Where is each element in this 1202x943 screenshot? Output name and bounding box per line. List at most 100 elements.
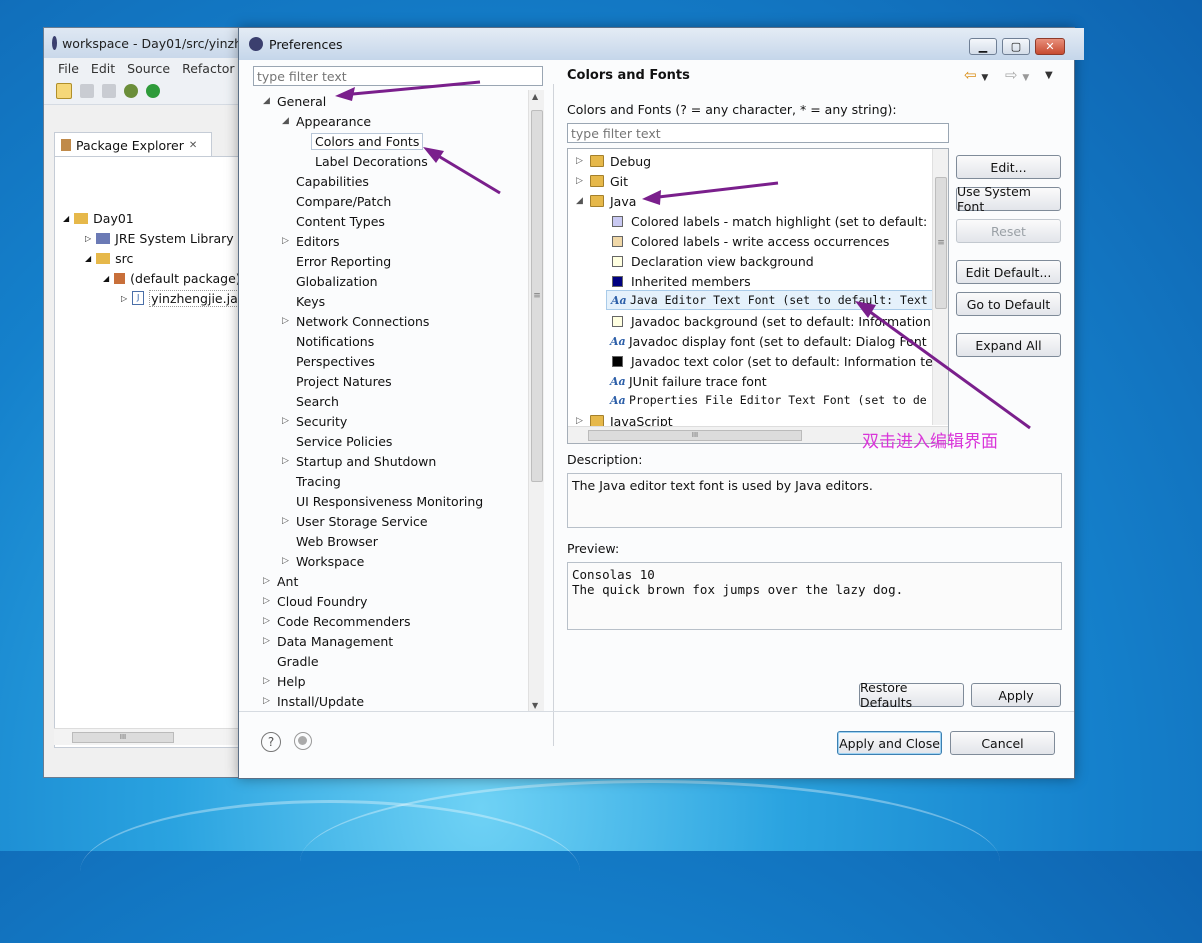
- color-swatch-icon: [612, 355, 623, 367]
- scroll-down-icon[interactable]: ▼: [532, 701, 538, 710]
- save-all-icon[interactable]: [102, 84, 116, 98]
- colors-filter-input[interactable]: [567, 123, 949, 143]
- category-debug[interactable]: ▷ Debug: [576, 151, 651, 171]
- java-item[interactable]: Colored labels - match highlight (set to…: [612, 211, 948, 231]
- tree-filter-input[interactable]: [253, 66, 543, 86]
- library-icon: [96, 232, 111, 244]
- scroll-up-icon[interactable]: ▲: [532, 92, 538, 101]
- close-icon[interactable]: ✕: [189, 140, 197, 151]
- menu-file[interactable]: File: [58, 61, 79, 76]
- tree-package[interactable]: ◢ (default package): [103, 268, 241, 288]
- tree-item-capabilities[interactable]: Capabilities: [296, 171, 369, 191]
- list-vscroll-thumb[interactable]: ≡: [935, 177, 947, 309]
- java-item[interactable]: Inherited members: [612, 271, 751, 291]
- color-swatch-icon: [612, 275, 623, 287]
- use-system-font-button[interactable]: Use System Font: [956, 184, 1061, 214]
- tree-src[interactable]: ◢ src: [85, 248, 133, 268]
- apply-and-close-button[interactable]: Apply and Close: [837, 731, 942, 755]
- record-icon[interactable]: [294, 732, 312, 750]
- color-swatch-icon: [612, 235, 623, 247]
- tree-item-tracing[interactable]: Tracing: [296, 471, 341, 491]
- maximize-button[interactable]: ▢: [1002, 38, 1030, 55]
- tree-item-ant[interactable]: ▷ Ant: [263, 571, 298, 591]
- cancel-button[interactable]: Cancel: [950, 731, 1055, 755]
- tree-item-colors-and-fonts[interactable]: Colors and Fonts: [311, 131, 424, 151]
- tree-item-workspace[interactable]: ▷ Workspace: [282, 551, 364, 571]
- forward-icon[interactable]: ⇨ ▼: [1005, 66, 1029, 84]
- help-icon[interactable]: ?: [261, 732, 281, 752]
- java-item[interactable]: Javadoc text color (set to default: Info…: [612, 351, 948, 371]
- new-icon[interactable]: [56, 83, 72, 99]
- apply-button[interactable]: Apply: [971, 683, 1061, 707]
- tree-item-network-connections[interactable]: ▷ Network Connections: [282, 311, 429, 331]
- reset-button[interactable]: Reset: [956, 219, 1061, 243]
- tree-item-search[interactable]: Search: [296, 391, 339, 411]
- tree-item-compare-patch[interactable]: Compare/Patch: [296, 191, 391, 211]
- restore-defaults-button[interactable]: Restore Defaults: [859, 680, 964, 710]
- tree-item-general[interactable]: ◢ General: [263, 91, 326, 111]
- java-item[interactable]: Aa Properties File Editor Text Font (set …: [610, 390, 927, 410]
- menu-edit[interactable]: Edit: [91, 61, 115, 76]
- tree-item-web-browser[interactable]: Web Browser: [296, 531, 378, 551]
- java-item[interactable]: Declaration view background: [612, 251, 814, 271]
- back-icon[interactable]: ⇦ ▼: [964, 66, 988, 84]
- tree-item-ui-responsiveness[interactable]: UI Responsiveness Monitoring: [296, 491, 483, 511]
- colors-fonts-label: Colors and Fonts (? = any character, * =…: [567, 102, 897, 117]
- tree-item-editors[interactable]: ▷ Editors: [282, 231, 340, 251]
- category-git[interactable]: ▷ Git: [576, 171, 628, 191]
- category-java[interactable]: ◢ Java: [576, 191, 636, 211]
- font-aa-icon: Aa: [610, 393, 626, 407]
- tree-item-help[interactable]: ▷ Help: [263, 671, 306, 691]
- java-item[interactable]: Colored labels - write access occurrence…: [612, 231, 889, 251]
- debug-icon[interactable]: [124, 84, 138, 98]
- explorer-hscrollbar[interactable]: III: [54, 728, 242, 745]
- list-hscroll-thumb[interactable]: III: [588, 430, 802, 441]
- run-icon[interactable]: [146, 84, 160, 98]
- tree-jre[interactable]: ▷ JRE System Library: [85, 228, 234, 248]
- tree-item-code-recommenders[interactable]: ▷ Code Recommenders: [263, 611, 411, 631]
- tree-item-label-decorations[interactable]: Label Decorations: [315, 151, 428, 171]
- edit-default-button[interactable]: Edit Default...: [956, 260, 1061, 284]
- edit-button[interactable]: Edit...: [956, 155, 1061, 179]
- tree-scrollbar[interactable]: ▲ ≡ ▼: [528, 90, 544, 712]
- tree-item-content-types[interactable]: Content Types: [296, 211, 385, 231]
- package-label: (default package): [130, 270, 241, 286]
- go-to-default-button[interactable]: Go to Default: [956, 292, 1061, 316]
- list-vscrollbar[interactable]: ≡: [932, 149, 948, 425]
- pane-divider[interactable]: [553, 84, 554, 746]
- project-folder-icon: [74, 212, 89, 224]
- tree-item-globalization[interactable]: Globalization: [296, 271, 378, 291]
- tree-item-notifications[interactable]: Notifications: [296, 331, 374, 351]
- tree-item-cloud-foundry[interactable]: ▷ Cloud Foundry: [263, 591, 367, 611]
- eclipse-window: workspace - Day01/src/yinzh File Edit So…: [43, 27, 244, 778]
- tree-item-error-reporting[interactable]: Error Reporting: [296, 251, 391, 271]
- tree-item-keys[interactable]: Keys: [296, 291, 325, 311]
- tree-scroll-thumb[interactable]: ≡: [531, 110, 543, 482]
- expand-all-button[interactable]: Expand All: [956, 333, 1061, 357]
- view-menu-icon[interactable]: ▼: [1045, 70, 1053, 81]
- close-button[interactable]: ✕: [1035, 38, 1065, 55]
- java-item[interactable]: Javadoc background (set to default: Info…: [612, 311, 948, 331]
- color-swatch-icon: [612, 215, 623, 227]
- minimize-button[interactable]: ▁: [969, 38, 997, 55]
- tree-item-appearance[interactable]: ◢ Appearance: [282, 111, 371, 131]
- tree-file[interactable]: ▷ Jyinzhengjie.jav: [121, 288, 243, 308]
- tree-item-gradle[interactable]: Gradle: [277, 651, 319, 671]
- menu-refactor[interactable]: Refactor: [182, 61, 234, 76]
- menu-source[interactable]: Source: [127, 61, 170, 76]
- tree-item-perspectives[interactable]: Perspectives: [296, 351, 375, 371]
- tree-item-user-storage[interactable]: ▷ User Storage Service: [282, 511, 428, 531]
- tree-project[interactable]: ◢ Day01: [63, 208, 134, 228]
- java-item[interactable]: Aa JUnit failure trace font: [610, 371, 767, 391]
- tree-item-security[interactable]: ▷ Security: [282, 411, 347, 431]
- tree-item-install-update[interactable]: ▷ Install/Update: [263, 691, 364, 711]
- tree-item-startup-shutdown[interactable]: ▷ Startup and Shutdown: [282, 451, 436, 471]
- tree-item-service-policies[interactable]: Service Policies: [296, 431, 392, 451]
- package-explorer-tab[interactable]: Package Explorer ✕: [54, 132, 212, 157]
- java-item[interactable]: Aa Javadoc display font (set to default: …: [610, 331, 927, 351]
- java-item-selected[interactable]: Aa Java Editor Text Font (set to default:…: [606, 290, 936, 310]
- save-icon[interactable]: [80, 84, 94, 98]
- explorer-hscroll-thumb[interactable]: III: [72, 732, 174, 743]
- tree-item-project-natures[interactable]: Project Natures: [296, 371, 392, 391]
- tree-item-data-management[interactable]: ▷ Data Management: [263, 631, 393, 651]
